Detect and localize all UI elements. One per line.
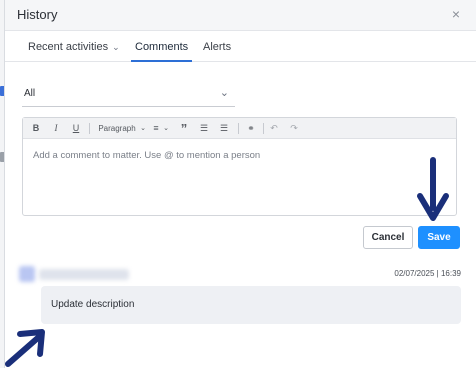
comment-timestamp: 02/07/2025 | 16:39: [394, 269, 461, 278]
annotation-arrow-diagonal-icon: [5, 329, 45, 367]
toolbar-divider: [238, 123, 239, 134]
filter-value: All: [24, 88, 36, 99]
tab-bar: Recent activities ⌄ Comments Alerts: [5, 32, 476, 62]
editor-placeholder: Add a comment to matter. Use @ to mentio…: [33, 150, 261, 161]
annotation-arrow-down-icon: [417, 157, 449, 221]
panel-header: History ×: [5, 0, 476, 31]
tab-label: Comments: [135, 41, 189, 53]
avatar: [19, 266, 35, 282]
toolbar-divider: [89, 123, 90, 134]
align-icon[interactable]: ≡: [151, 122, 161, 135]
editor-toolbar: B I U Paragraph ⌄ ≡ ⌄ ” ☰ ☰ ⚭ ↶ ↷: [23, 118, 456, 139]
tab-label: Alerts: [203, 41, 232, 53]
comment-item: Update description: [41, 286, 461, 324]
bold-icon[interactable]: B: [31, 122, 41, 135]
underline-icon[interactable]: U: [71, 122, 81, 135]
history-panel: History × Recent activities ⌄ Comments Al…: [4, 0, 476, 368]
filter-select[interactable]: All ⌄: [22, 83, 235, 107]
chevron-down-icon[interactable]: ⌄: [139, 122, 147, 135]
chevron-down-icon: ⌄: [112, 42, 120, 52]
italic-icon[interactable]: I: [51, 122, 61, 135]
bullet-list-icon[interactable]: ☰: [219, 122, 229, 135]
panel-title: History: [17, 7, 58, 22]
link-icon[interactable]: ⚭: [245, 122, 257, 135]
tab-label: Recent activities: [28, 41, 109, 53]
redo-icon[interactable]: ↷: [289, 122, 299, 135]
comment-header: 02/07/2025 | 16:39: [19, 266, 461, 284]
undo-icon[interactable]: ↶: [269, 122, 279, 135]
close-icon[interactable]: ×: [449, 6, 463, 22]
toolbar-divider: [263, 123, 264, 134]
save-button[interactable]: Save: [418, 226, 460, 249]
tab-recent-activities[interactable]: Recent activities ⌄: [28, 41, 120, 62]
tab-comments[interactable]: Comments: [131, 41, 193, 62]
ordered-list-icon[interactable]: ☰: [199, 122, 209, 135]
author-name-redacted: [39, 269, 129, 280]
paragraph-select[interactable]: Paragraph: [95, 122, 139, 135]
tab-alerts[interactable]: Alerts: [203, 41, 231, 62]
quote-icon[interactable]: ”: [179, 122, 189, 135]
chevron-down-icon[interactable]: ⌄: [162, 122, 170, 135]
chevron-down-icon: ⌄: [219, 87, 229, 99]
comment-text: Update description: [51, 299, 135, 310]
cancel-button[interactable]: Cancel: [363, 226, 413, 249]
comment-editor[interactable]: B I U Paragraph ⌄ ≡ ⌄ ” ☰ ☰ ⚭ ↶ ↷ Add a …: [22, 117, 457, 216]
